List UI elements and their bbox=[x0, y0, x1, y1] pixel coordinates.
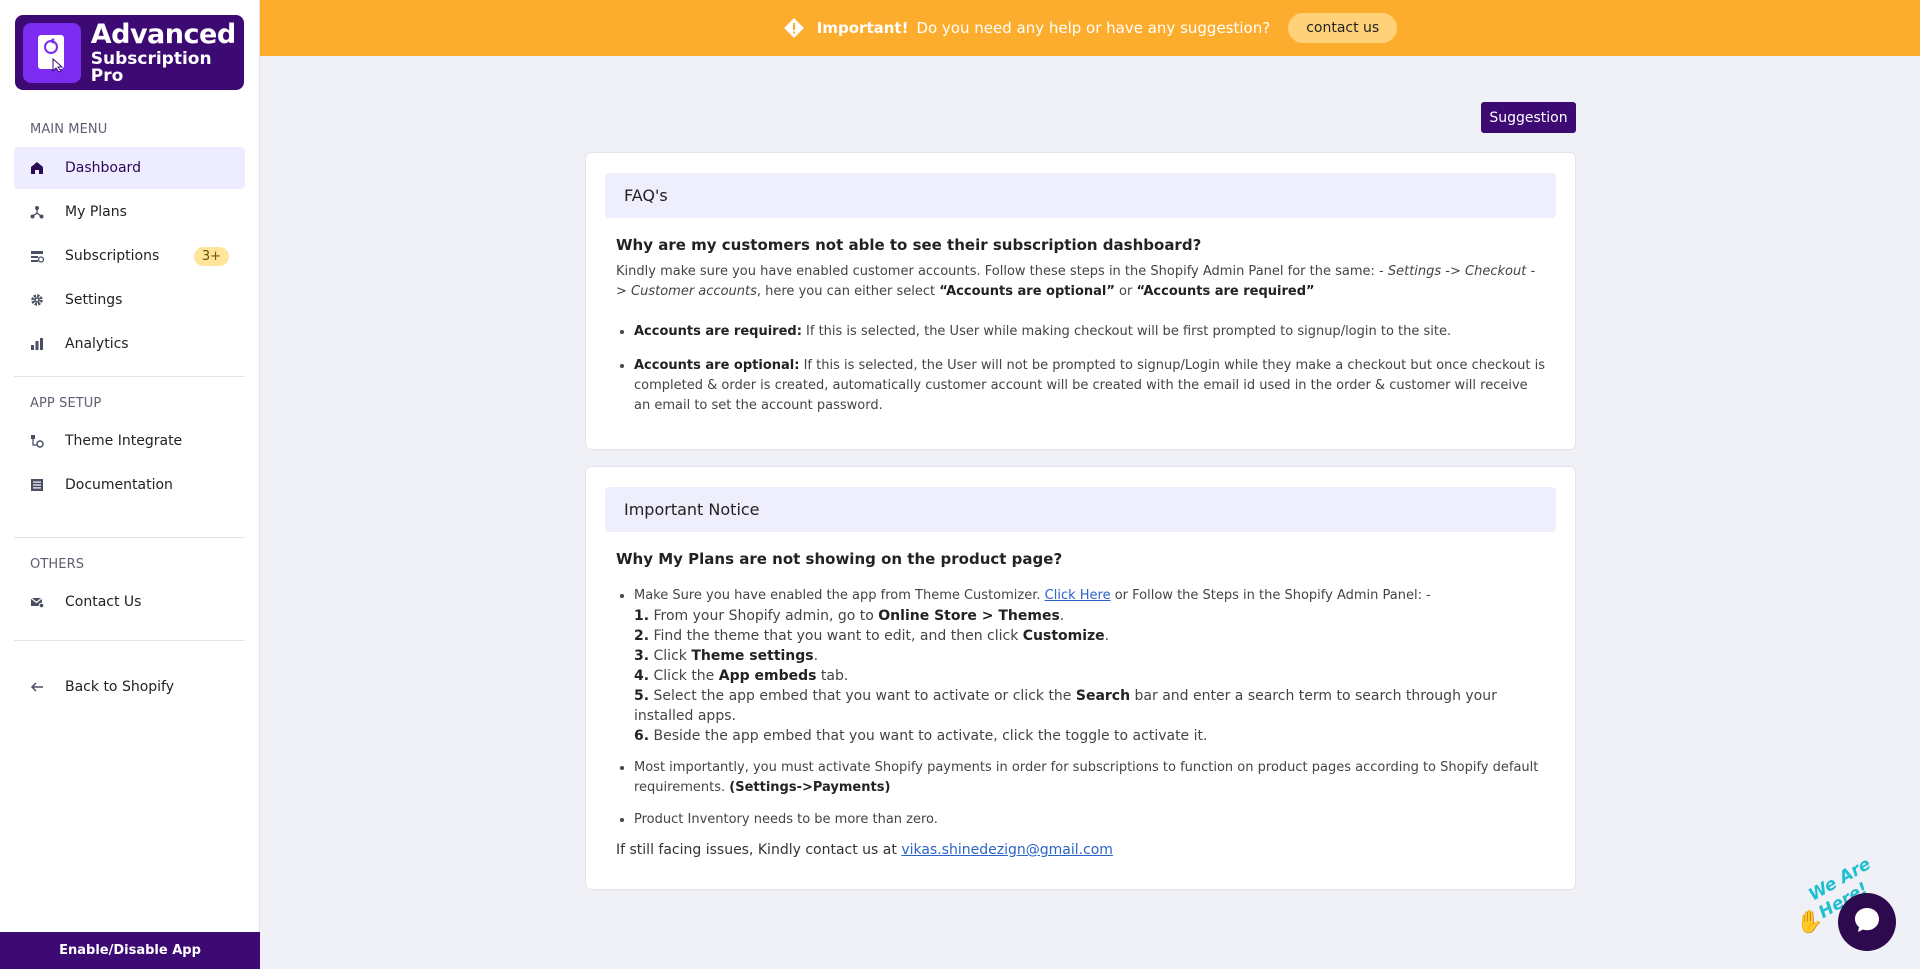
banner-title: Important! bbox=[816, 19, 909, 37]
sidebar: Advanced Subscription Pro MAIN MENU Dash… bbox=[0, 0, 260, 969]
theme-icon bbox=[29, 433, 45, 449]
step-item: 2. Find the theme that you want to edit,… bbox=[634, 628, 1110, 644]
important-notice-card: Important Notice Why My Plans are not sh… bbox=[585, 466, 1576, 890]
sidebar-item-label: Documentation bbox=[65, 477, 173, 493]
list-item: Accounts are required: If this is select… bbox=[634, 322, 1545, 342]
notice-b1-text: Make Sure you have enabled the app from … bbox=[634, 588, 1045, 603]
gear-icon bbox=[29, 292, 45, 308]
sidebar-item-theme-integrate[interactable]: Theme Integrate bbox=[14, 420, 245, 462]
faq-bullet-list: Accounts are required: If this is select… bbox=[634, 322, 1545, 416]
sidebar-item-subscriptions[interactable]: Subscriptions 3+ bbox=[14, 235, 245, 277]
faq-intro-text-2: , here you can either select bbox=[756, 284, 940, 299]
arrow-left-icon bbox=[29, 679, 45, 695]
notice-b3-text: Product Inventory needs to be more than … bbox=[634, 812, 938, 827]
sidebar-item-my-plans[interactable]: My Plans bbox=[14, 191, 245, 233]
back-to-shopify-label: Back to Shopify bbox=[65, 679, 175, 695]
contact-text: If still facing issues, Kindly contact u… bbox=[616, 842, 902, 858]
faq-card-title: FAQ's bbox=[605, 173, 1556, 218]
chat-bubble-icon bbox=[1852, 905, 1882, 939]
bullet-strong: Accounts are optional: bbox=[634, 358, 800, 373]
bullet-text: If this is selected, the User while maki… bbox=[801, 324, 1452, 339]
list-item: Make Sure you have enabled the app from … bbox=[634, 586, 1545, 746]
step-item: 1. From your Shopify admin, go to Online… bbox=[634, 608, 1065, 624]
plans-icon bbox=[29, 204, 45, 220]
logo-subtitle: Subscription Pro bbox=[90, 48, 212, 86]
app-setup-title: APP SETUP bbox=[30, 396, 102, 411]
important-banner: Important! Do you need any help or have … bbox=[260, 0, 1920, 56]
step-item: 5. Select the app embed that you want to… bbox=[634, 688, 1497, 724]
sidebar-divider bbox=[14, 537, 245, 538]
sidebar-item-label: Analytics bbox=[65, 336, 129, 352]
warning-icon bbox=[783, 17, 805, 39]
document-icon bbox=[29, 477, 45, 493]
app-logo[interactable]: Advanced Subscription Pro bbox=[15, 15, 244, 90]
banner-text: Do you need any help or have any suggest… bbox=[916, 19, 1271, 37]
list-item: Product Inventory needs to be more than … bbox=[634, 810, 1545, 830]
sidebar-item-documentation[interactable]: Documentation bbox=[14, 464, 245, 506]
sidebar-item-label: Contact Us bbox=[65, 594, 142, 610]
click-here-link[interactable]: Click Here bbox=[1045, 588, 1111, 603]
notice-b2-strong: (Settings->Payments) bbox=[729, 780, 891, 795]
sidebar-item-label: Subscriptions bbox=[65, 248, 160, 264]
sidebar-item-label: Settings bbox=[65, 292, 123, 308]
subscriptions-count-badge: 3+ bbox=[193, 246, 229, 266]
step-item: 3. Click Theme settings. bbox=[634, 648, 819, 664]
back-to-shopify-link[interactable]: Back to Shopify bbox=[14, 666, 245, 708]
sidebar-item-analytics[interactable]: Analytics bbox=[14, 323, 245, 365]
logo-icon bbox=[23, 22, 81, 83]
enable-disable-app-button[interactable]: Enable/Disable App bbox=[0, 932, 260, 969]
sidebar-item-label: Dashboard bbox=[65, 160, 141, 176]
faq-card: FAQ's Why are my customers not able to s… bbox=[585, 152, 1576, 450]
contact-email-link[interactable]: vikas.shinedezign@gmail.com bbox=[901, 842, 1113, 858]
notice-question: Why My Plans are not showing on the prod… bbox=[616, 550, 1063, 568]
sidebar-divider bbox=[14, 376, 245, 377]
list-item: Accounts are optional: If this is select… bbox=[634, 356, 1545, 416]
sidebar-item-contact-us[interactable]: Contact Us bbox=[14, 581, 245, 623]
sidebar-item-dashboard[interactable]: Dashboard bbox=[14, 147, 245, 189]
notice-card-title: Important Notice bbox=[605, 487, 1556, 532]
home-icon bbox=[29, 160, 45, 176]
step-item: 4. Click the App embeds tab. bbox=[634, 668, 849, 684]
faq-intro-text: Kindly make sure you have enabled custom… bbox=[616, 264, 1388, 279]
list-item: Most importantly, you must activate Shop… bbox=[634, 758, 1545, 798]
sidebar-item-settings[interactable]: Settings bbox=[14, 279, 245, 321]
sidebar-item-label: My Plans bbox=[65, 204, 127, 220]
bullet-strong: Accounts are required: bbox=[634, 324, 802, 339]
notice-b1-post: or Follow the Steps in the Shopify Admin… bbox=[1110, 588, 1431, 603]
subscriptions-icon bbox=[29, 248, 45, 264]
faq-option-optional: “Accounts are optional” bbox=[939, 284, 1115, 299]
contact-line: If still facing issues, Kindly contact u… bbox=[616, 840, 1545, 860]
mail-icon bbox=[29, 594, 45, 610]
faq-question: Why are my customers not able to see the… bbox=[616, 236, 1202, 254]
step-item: 6. Beside the app embed that you want to… bbox=[634, 728, 1208, 744]
wave-hand-icon: ✋ bbox=[1796, 910, 1824, 935]
faq-option-required: “Accounts are required” bbox=[1136, 284, 1315, 299]
sidebar-divider bbox=[14, 640, 245, 641]
chat-button[interactable] bbox=[1838, 893, 1896, 951]
bar-chart-icon bbox=[29, 336, 45, 352]
logo-title: Advanced bbox=[90, 18, 236, 50]
steps-list: 1. From your Shopify admin, go to Online… bbox=[634, 606, 1545, 746]
sidebar-item-label: Theme Integrate bbox=[65, 433, 183, 449]
suggestion-button[interactable]: Suggestion bbox=[1481, 102, 1576, 133]
faq-intro: Kindly make sure you have enabled custom… bbox=[616, 262, 1545, 302]
others-title: OTHERS bbox=[30, 557, 85, 572]
notice-bullet-list: Make Sure you have enabled the app from … bbox=[634, 586, 1545, 830]
main-menu-title: MAIN MENU bbox=[30, 122, 108, 137]
contact-us-button[interactable]: contact us bbox=[1288, 13, 1398, 43]
faq-intro-or: or bbox=[1114, 284, 1137, 299]
